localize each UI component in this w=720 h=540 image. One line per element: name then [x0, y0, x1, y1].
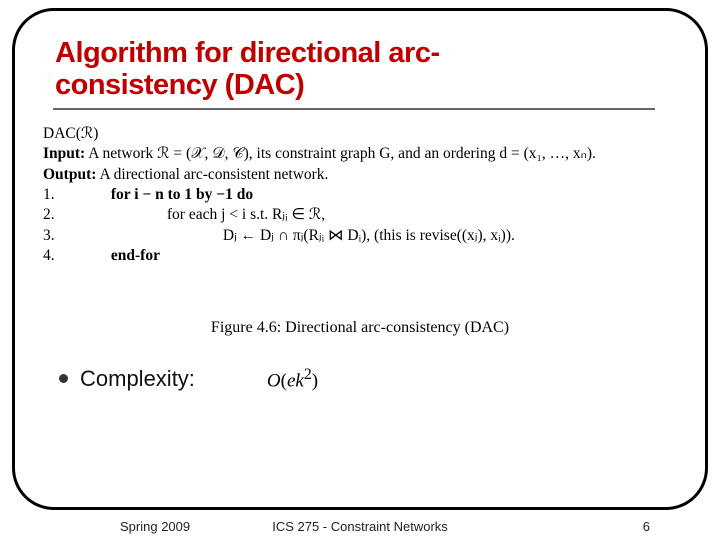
output-text: A directional arc-consistent network.	[99, 166, 328, 183]
algo-line-1: 1. for i − n to 1 by −1 do	[43, 185, 677, 204]
line-text: for each j < i s.t. Rⱼᵢ ∈ ℛ,	[67, 206, 325, 223]
slide-footer: Spring 2009 ICS 275 - Constraint Network…	[0, 519, 720, 534]
footer-left: Spring 2009	[120, 519, 190, 534]
bullet-icon	[59, 374, 68, 383]
title-underline	[53, 108, 655, 110]
algo-line-4: 4. end-for	[43, 246, 677, 265]
footer-center: ICS 275 - Constraint Networks	[272, 519, 448, 534]
complexity-formula: O(ek2)	[267, 366, 318, 392]
slide-title: Algorithm for directional arc- consisten…	[55, 37, 677, 102]
algo-output: Output: A directional arc-consistent net…	[43, 165, 677, 184]
figure-caption: Figure 4.6: Directional arc-consistency …	[43, 318, 677, 338]
algo-input: Input: A network ℛ = (𝒳, 𝒟, 𝒞), its cons…	[43, 144, 677, 163]
line-num: 2.	[43, 205, 63, 224]
line-num: 3.	[43, 226, 63, 245]
complexity-label: Complexity:	[80, 366, 195, 392]
algo-line-3: 3. Dⱼ ← Dⱼ ∩ πⱼ(Rⱼᵢ ⋈ Dᵢ), (this is revi…	[43, 226, 677, 245]
title-line-2: consistency (DAC)	[55, 69, 677, 101]
line-num: 4.	[43, 246, 63, 265]
complexity-row: Complexity: O(ek2)	[43, 366, 677, 392]
slide-frame: Algorithm for directional arc- consisten…	[12, 8, 708, 510]
line-num: 1.	[43, 185, 63, 204]
title-line-1: Algorithm for directional arc-	[55, 37, 677, 69]
algo-line-2: 2. for each j < i s.t. Rⱼᵢ ∈ ℛ,	[43, 205, 677, 224]
line-text: for i − n to 1 by −1 do	[111, 186, 253, 203]
output-label: Output:	[43, 166, 96, 183]
footer-page-number: 6	[643, 519, 650, 534]
line-text: Dⱼ ← Dⱼ ∩ πⱼ(Rⱼᵢ ⋈ Dᵢ), (this is revise(…	[67, 227, 515, 244]
input-label: Input:	[43, 145, 85, 162]
input-text: A network ℛ = (𝒳, 𝒟, 𝒞), its constraint …	[88, 145, 596, 162]
line-text: end-for	[111, 247, 160, 264]
algo-name: DAC(ℛ)	[43, 124, 677, 143]
algorithm-block: DAC(ℛ) Input: A network ℛ = (𝒳, 𝒟, 𝒞), i…	[43, 124, 677, 338]
